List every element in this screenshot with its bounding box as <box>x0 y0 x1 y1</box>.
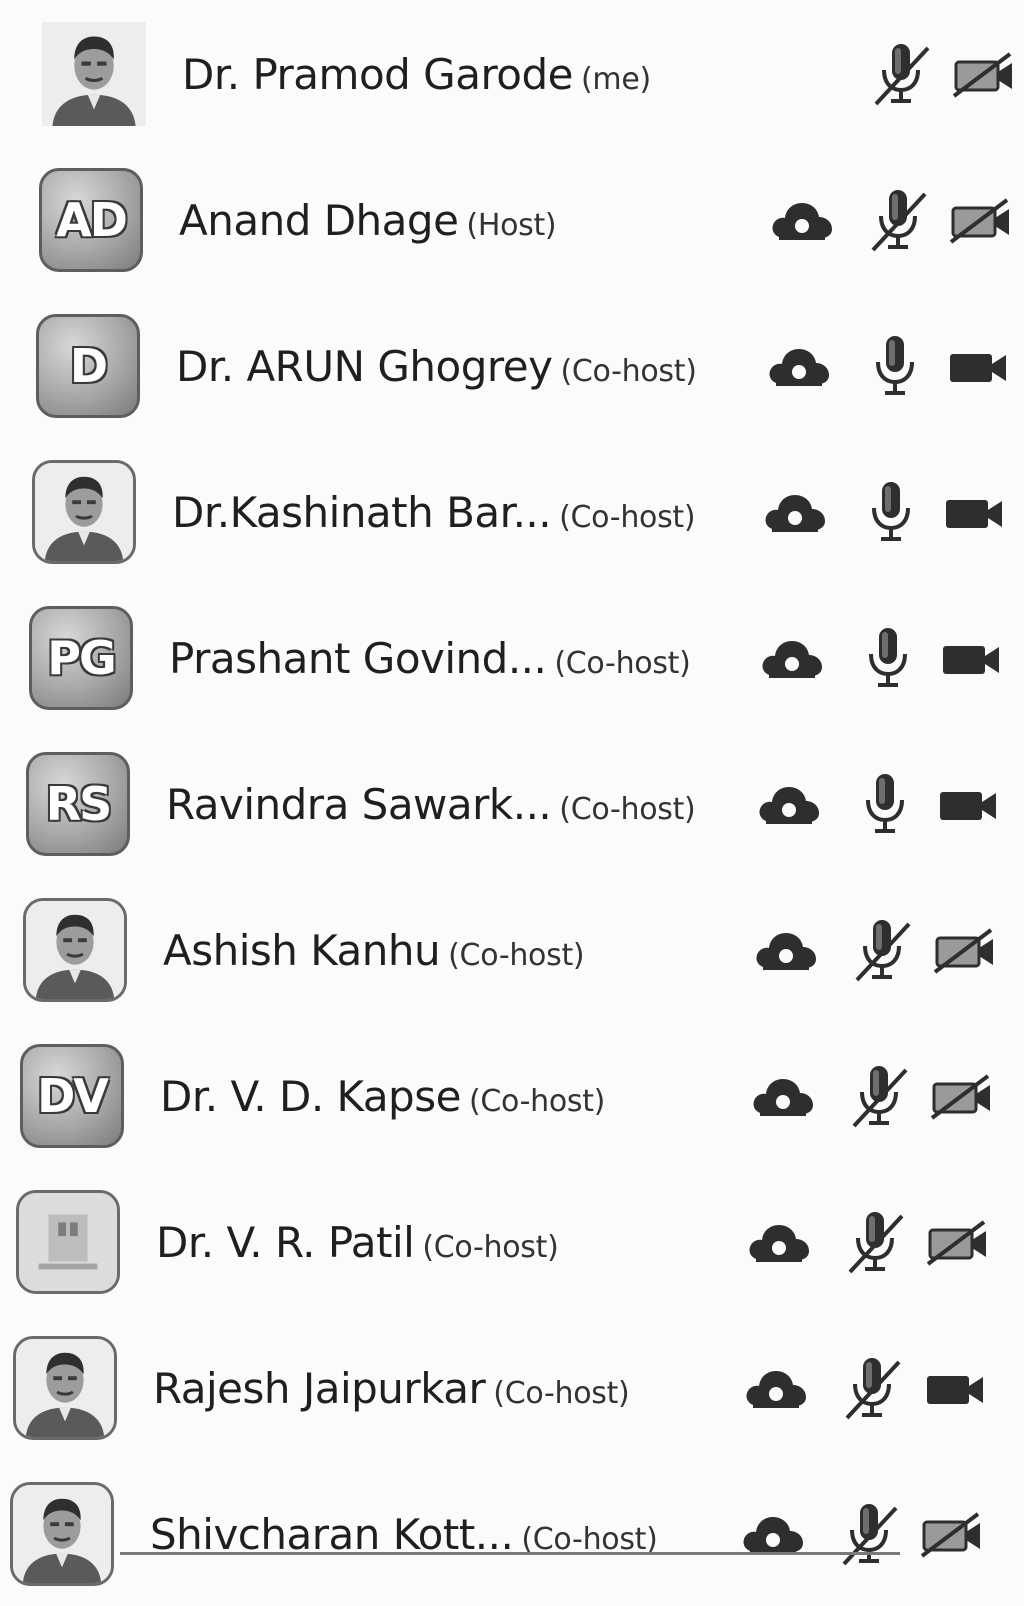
participant-role: (me) <box>581 62 651 97</box>
avatar-initials: AD <box>56 193 128 247</box>
microphone-icon[interactable] <box>860 332 930 402</box>
participant-row[interactable]: Dr. V. R. Patil (Co-host) <box>0 1168 1024 1314</box>
cloud-icon <box>746 1220 812 1264</box>
participant-name: Rajesh Jaipurkar <box>153 1364 486 1413</box>
participant-row[interactable]: DV Dr. V. D. Kapse (Co-host) <box>0 1022 1024 1168</box>
participant-role: (Co-host) <box>554 646 691 681</box>
avatar: PG <box>29 606 133 710</box>
avatar <box>10 1482 114 1586</box>
video-camera-icon[interactable] <box>934 780 1004 830</box>
participant-label: Prashant Govind... (Co-host) <box>169 634 691 684</box>
cloud-icon <box>740 1512 806 1556</box>
avatar-photo-icon <box>16 1339 114 1437</box>
video-camera-icon[interactable] <box>944 342 1014 392</box>
participants-list: Dr. Pramod Garode (me) AD Anand Dhage (Host… <box>0 0 1024 1586</box>
avatar: AD <box>39 168 143 272</box>
avatar: D <box>36 314 140 418</box>
video-off-icon[interactable] <box>928 1072 998 1122</box>
participant-name: Ravindra Sawark... <box>166 780 552 829</box>
participant-name: Dr.Kashinath Bar... <box>172 488 552 537</box>
participant-name: Prashant Govind... <box>169 634 547 683</box>
avatar-photo-icon <box>35 463 133 561</box>
participant-role: (Co-host) <box>468 1084 606 1119</box>
participant-role: (Co-host) <box>448 938 585 973</box>
video-off-icon[interactable] <box>947 196 1017 246</box>
participant-row[interactable]: D Dr. ARUN Ghogrey (Co-host) <box>0 292 1024 438</box>
participant-name: Dr. Pramod Garode <box>182 50 574 99</box>
video-off-icon[interactable] <box>931 926 1001 976</box>
avatar-photo-icon <box>13 1485 111 1583</box>
participant-row[interactable]: Ashish Kanhu (Co-host) <box>0 876 1024 1022</box>
video-off-icon[interactable] <box>918 1510 988 1560</box>
participant-name: Dr. V. D. Kapse <box>160 1072 461 1121</box>
avatar-initials: D <box>69 339 108 393</box>
cloud-icon <box>750 1074 816 1118</box>
video-camera-icon[interactable] <box>937 634 1007 684</box>
microphone-icon[interactable] <box>850 770 920 840</box>
participant-label: Ravindra Sawark... (Co-host) <box>166 780 696 830</box>
microphone-muted-icon[interactable] <box>837 1354 907 1424</box>
video-camera-icon[interactable] <box>921 1364 991 1414</box>
cloud-icon <box>769 198 835 242</box>
cloud-icon <box>759 636 825 680</box>
participant-row[interactable]: AD Anand Dhage (Host) <box>0 146 1024 292</box>
avatar <box>23 898 127 1002</box>
cloud-icon <box>756 782 822 826</box>
participant-role: (Host) <box>466 208 557 243</box>
avatar: DV <box>20 1044 124 1148</box>
avatar-photo-icon <box>26 901 124 999</box>
microphone-muted-icon[interactable] <box>840 1208 910 1278</box>
participant-row[interactable]: Shivcharan Kott... (Co-host) <box>0 1460 1024 1606</box>
avatar <box>16 1190 120 1294</box>
participant-label: Anand Dhage (Host) <box>179 196 557 246</box>
participant-row[interactable]: Dr.Kashinath Bar... (Co-host) <box>0 438 1024 584</box>
participant-name: Ashish Kanhu <box>163 926 441 975</box>
participant-role: (Co-host) <box>559 792 696 827</box>
participant-label: Rajesh Jaipurkar (Co-host) <box>153 1364 630 1414</box>
microphone-muted-icon[interactable] <box>866 40 936 110</box>
participant-name: Anand Dhage <box>179 196 459 245</box>
participant-name: Dr. V. R. Patil <box>156 1218 415 1267</box>
video-off-icon[interactable] <box>950 50 1020 100</box>
participant-role: (Co-host) <box>559 500 696 535</box>
avatar-photo-icon <box>42 22 146 126</box>
participant-label: Ashish Kanhu (Co-host) <box>163 926 585 976</box>
cloud-icon <box>766 344 832 388</box>
microphone-muted-icon[interactable] <box>863 186 933 256</box>
avatar-initials: RS <box>45 777 113 831</box>
participant-role: (Co-host) <box>493 1376 630 1411</box>
participant-role: (Co-host) <box>560 354 697 389</box>
participant-row[interactable]: RS Ravindra Sawark... (Co-host) <box>0 730 1024 876</box>
avatar <box>42 22 146 126</box>
avatar-initials: PG <box>47 631 116 685</box>
participant-label: Dr. V. D. Kapse (Co-host) <box>160 1072 605 1122</box>
participant-label: Dr. V. R. Patil (Co-host) <box>156 1218 559 1268</box>
avatar <box>32 460 136 564</box>
divider <box>120 1552 900 1555</box>
avatar-photo-icon <box>19 1193 117 1291</box>
participant-name: Dr. ARUN Ghogrey <box>176 342 553 391</box>
video-off-icon[interactable] <box>924 1218 994 1268</box>
avatar <box>13 1336 117 1440</box>
avatar-initials: DV <box>37 1069 109 1123</box>
participant-role: (Co-host) <box>422 1230 559 1265</box>
participant-label: Dr. Pramod Garode (me) <box>182 50 651 100</box>
avatar: RS <box>26 752 130 856</box>
cloud-icon <box>743 1366 809 1410</box>
cloud-icon <box>762 490 828 534</box>
cloud-icon <box>753 928 819 972</box>
participant-label: Dr.Kashinath Bar... (Co-host) <box>172 488 696 538</box>
microphone-muted-icon[interactable] <box>834 1500 904 1570</box>
participant-row[interactable]: PG Prashant Govind... (Co-host) <box>0 584 1024 730</box>
video-camera-icon[interactable] <box>940 488 1010 538</box>
microphone-muted-icon[interactable] <box>844 1062 914 1132</box>
participant-row[interactable]: Rajesh Jaipurkar (Co-host) <box>0 1314 1024 1460</box>
microphone-muted-icon[interactable] <box>847 916 917 986</box>
microphone-icon[interactable] <box>856 478 926 548</box>
participant-row[interactable]: Dr. Pramod Garode (me) <box>0 0 1024 146</box>
participant-label: Dr. ARUN Ghogrey (Co-host) <box>176 342 697 392</box>
microphone-icon[interactable] <box>853 624 923 694</box>
